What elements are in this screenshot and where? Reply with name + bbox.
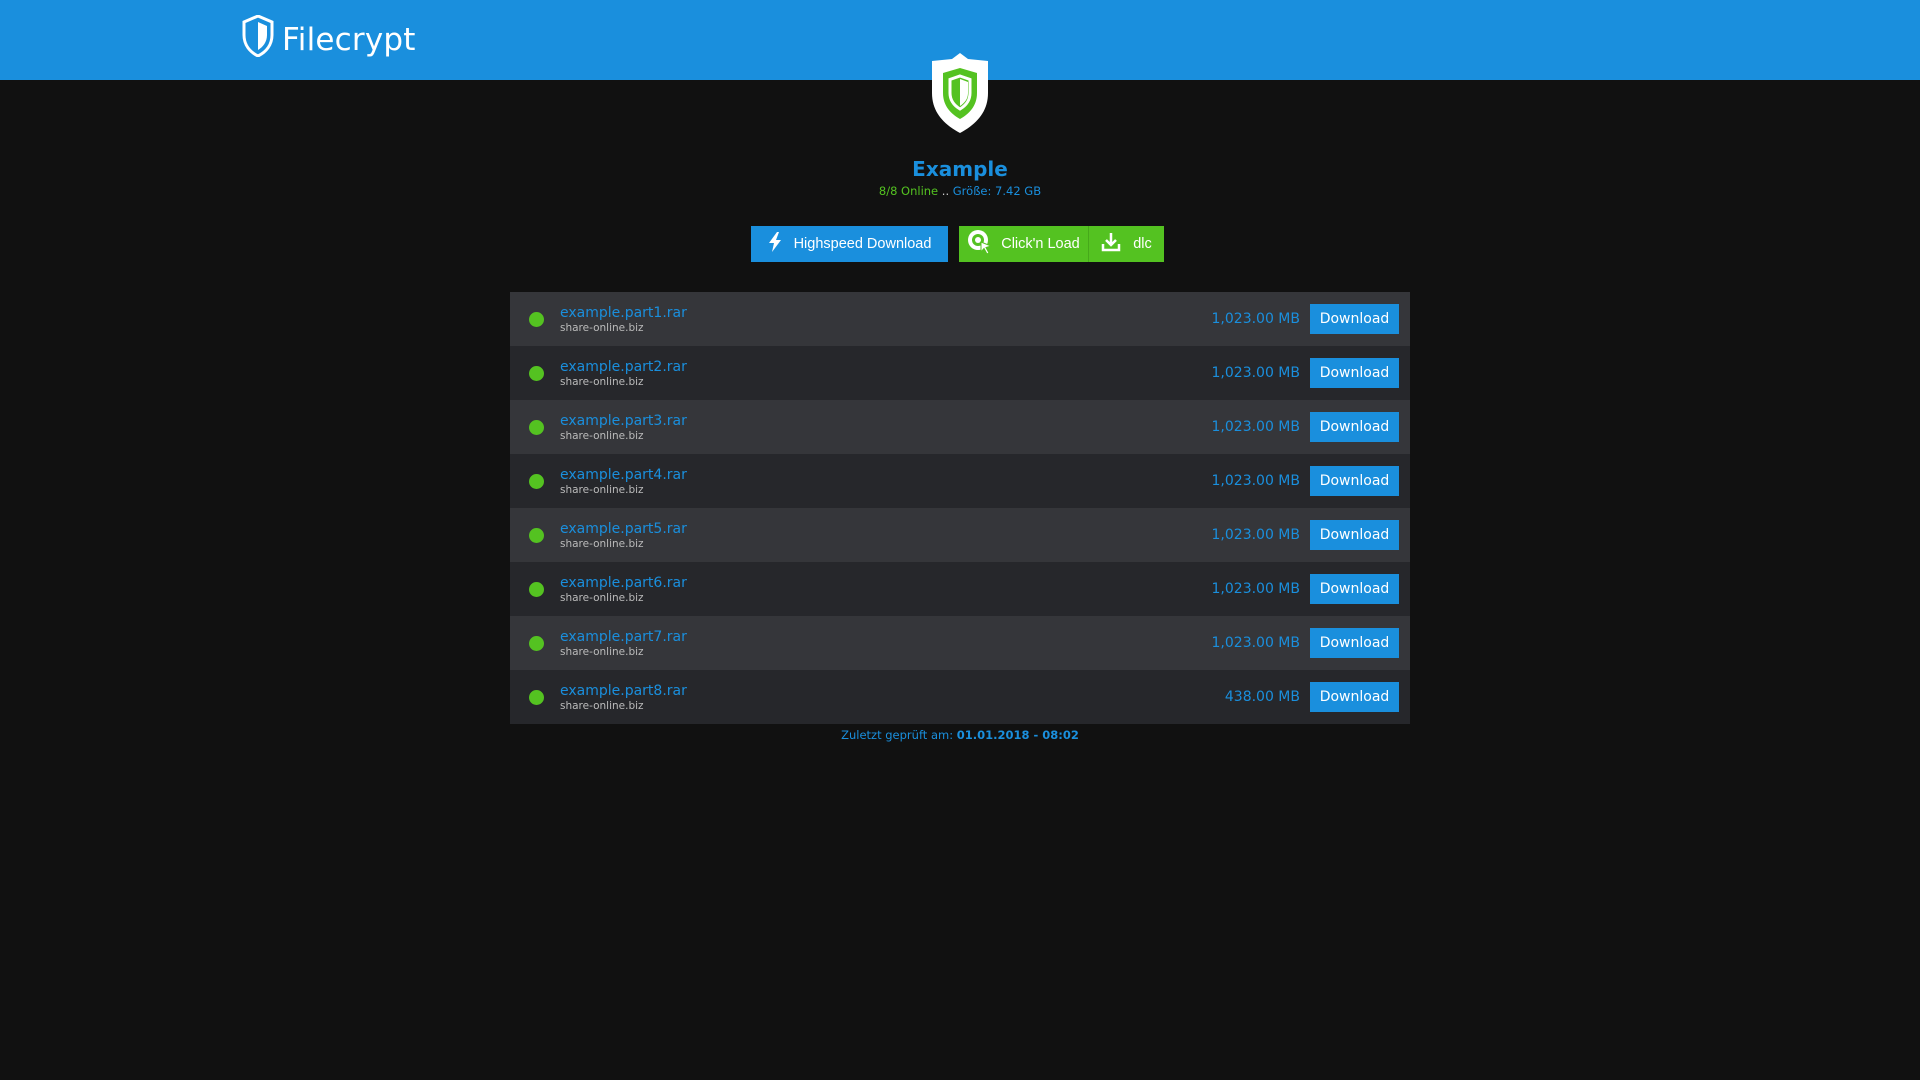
click-n-load-icon — [967, 229, 1001, 259]
file-row: example.part6.rar share-online.biz 1,023… — [510, 562, 1410, 616]
last-checked-label: Zuletzt geprüft am: — [841, 728, 954, 742]
file-host: share-online.biz — [560, 375, 644, 388]
dlc-download-button[interactable]: dlc — [1089, 226, 1164, 262]
total-size: Größe: 7.42 GB — [952, 184, 1042, 198]
hero-shield-icon — [925, 51, 995, 135]
file-row: example.part2.rar share-online.biz 1,023… — [510, 346, 1410, 400]
download-button[interactable]: Download — [1310, 412, 1399, 442]
file-info: example.part8.rar share-online.biz — [560, 682, 1225, 713]
file-host: share-online.biz — [560, 321, 644, 334]
download-button[interactable]: Download — [1310, 682, 1399, 712]
file-host: share-online.biz — [560, 699, 644, 712]
container-download-group: Click'n Load dlc — [959, 226, 1164, 262]
file-info: example.part7.rar share-online.biz — [560, 628, 1212, 659]
file-row: example.part4.rar share-online.biz 1,023… — [510, 454, 1410, 508]
download-button[interactable]: Download — [1310, 520, 1399, 550]
file-name-link[interactable]: example.part3.rar — [560, 412, 1212, 430]
file-info: example.part4.rar share-online.biz — [560, 466, 1212, 497]
file-host: share-online.biz — [560, 591, 644, 604]
file-name-link[interactable]: example.part8.rar — [560, 682, 1225, 700]
file-info: example.part6.rar share-online.biz — [560, 574, 1212, 605]
file-row: example.part7.rar share-online.biz 1,023… — [510, 616, 1410, 670]
download-button[interactable]: Download — [1310, 574, 1399, 604]
online-dot-icon — [529, 527, 544, 543]
file-size: 1,023.00 MB — [1211, 527, 1300, 543]
click-n-load-button[interactable]: Click'n Load — [959, 226, 1089, 262]
container-header: Example 8/8 Online .. Größe: 7.42 GB — [0, 156, 1920, 199]
file-name-link[interactable]: example.part1.rar — [560, 304, 1212, 322]
file-host: share-online.biz — [560, 537, 644, 550]
online-dot-icon — [529, 419, 544, 435]
online-dot-icon — [529, 581, 544, 597]
action-bar: Highspeed Download Click'n Load dlc — [751, 226, 1164, 262]
file-row: example.part1.rar share-online.biz 1,023… — [510, 292, 1410, 346]
online-dot-icon — [529, 689, 544, 705]
file-size: 1,023.00 MB — [1211, 635, 1300, 651]
file-size: 1,023.00 MB — [1211, 473, 1300, 489]
file-host: share-online.biz — [560, 429, 644, 442]
last-checked-timestamp: 01.01.2018 - 08:02 — [956, 728, 1079, 742]
file-info: example.part5.rar share-online.biz — [560, 520, 1212, 551]
brand-name: Filecrypt — [282, 22, 416, 58]
file-size: 438.00 MB — [1224, 689, 1300, 705]
page-title: Example — [912, 157, 1008, 181]
lightning-icon — [768, 232, 794, 256]
highspeed-download-label: Highspeed Download — [793, 236, 932, 252]
file-name-link[interactable]: example.part2.rar — [560, 358, 1212, 376]
file-size: 1,023.00 MB — [1211, 365, 1300, 381]
online-status: 8/8 Online — [878, 184, 939, 198]
download-button[interactable]: Download — [1310, 304, 1399, 334]
dlc-label: dlc — [1133, 236, 1152, 252]
brand-shield-icon — [242, 14, 282, 65]
last-checked: Zuletzt geprüft am: 01.01.2018 - 08:02 — [0, 728, 1920, 742]
file-row: example.part5.rar share-online.biz 1,023… — [510, 508, 1410, 562]
file-host: share-online.biz — [560, 483, 644, 496]
online-dot-icon — [529, 635, 544, 651]
download-button[interactable]: Download — [1310, 466, 1399, 496]
file-size: 1,023.00 MB — [1211, 419, 1300, 435]
file-info: example.part3.rar share-online.biz — [560, 412, 1212, 443]
file-size: 1,023.00 MB — [1211, 581, 1300, 597]
file-name-link[interactable]: example.part5.rar — [560, 520, 1212, 538]
online-dot-icon — [529, 365, 544, 381]
file-name-link[interactable]: example.part7.rar — [560, 628, 1212, 646]
file-info: example.part1.rar share-online.biz — [560, 304, 1212, 335]
brand-logo-link[interactable]: Filecrypt — [242, 14, 416, 65]
file-row: example.part3.rar share-online.biz 1,023… — [510, 400, 1410, 454]
download-icon — [1101, 232, 1133, 256]
container-meta: 8/8 Online .. Größe: 7.42 GB — [0, 183, 1920, 199]
file-info: example.part2.rar share-online.biz — [560, 358, 1212, 389]
file-name-link[interactable]: example.part6.rar — [560, 574, 1212, 592]
online-dot-icon — [529, 473, 544, 489]
file-name-link[interactable]: example.part4.rar — [560, 466, 1212, 484]
download-button[interactable]: Download — [1310, 628, 1399, 658]
file-table: example.part1.rar share-online.biz 1,023… — [510, 292, 1410, 724]
file-host: share-online.biz — [560, 645, 644, 658]
online-dot-icon — [529, 311, 544, 327]
download-button[interactable]: Download — [1310, 358, 1399, 388]
meta-separator: .. — [941, 184, 950, 198]
click-n-load-label: Click'n Load — [1001, 236, 1080, 252]
highspeed-download-button[interactable]: Highspeed Download — [751, 226, 948, 262]
file-size: 1,023.00 MB — [1211, 311, 1300, 327]
file-row: example.part8.rar share-online.biz 438.0… — [510, 670, 1410, 724]
